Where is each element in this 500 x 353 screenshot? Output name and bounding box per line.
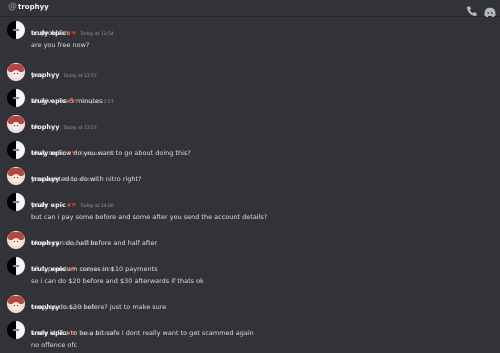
avatar[interactable]: [7, 167, 25, 185]
timestamp: Today at 14:00: [80, 204, 114, 209]
message-text: you wanted to do with nitro right?: [31, 175, 142, 183]
channel-title[interactable]: trophyy: [18, 3, 49, 11]
avatar[interactable]: [7, 231, 25, 249]
message-list: truly epic❦♥ Today at 13:54 no problem ar…: [0, 17, 500, 353]
message-header: truly epic❦♥ Today at 13:59: [31, 140, 114, 157]
heart-icon: ♥: [71, 203, 77, 209]
message-header: truly epic❦♥ Today at 14:00: [31, 192, 114, 209]
message-header: trophyy Today at 13:57: [31, 114, 97, 131]
message-header: trophyy Today at 14:01: [31, 230, 97, 247]
avatar[interactable]: [7, 295, 25, 313]
message-text: okay so how do you want to go about doin…: [31, 149, 191, 157]
discord-icon[interactable]: [484, 3, 496, 18]
message-text: yeah: [31, 201, 47, 209]
message-text: but can i pay some before and some after…: [31, 213, 268, 221]
message-text: yes: [31, 71, 43, 79]
timestamp: Today at 13:57: [63, 74, 97, 79]
message-text: sorry id like to be a bit safe i dont re…: [31, 329, 254, 337]
message-text: ok: [31, 123, 39, 131]
message-header: truly epic❦♥ Today at 14:01: [31, 256, 114, 273]
avatar[interactable]: [7, 257, 25, 275]
message-header: truly epic❦♥ Today at 13:54: [31, 20, 114, 37]
dm-header: @ trophyy: [0, 0, 500, 18]
message-text: ok we can do half before and half after: [31, 239, 158, 247]
avatar[interactable]: [7, 141, 25, 159]
avatar[interactable]: [7, 193, 25, 211]
timestamp: Today at 13:54: [80, 32, 114, 37]
phone-call-icon[interactable]: [466, 2, 478, 16]
message-text: nitro premium comes in $10 payments: [31, 265, 158, 273]
message-text: no offence ofc: [31, 341, 78, 349]
timestamp: Today at 13:57: [63, 126, 97, 131]
avatar[interactable]: [7, 321, 25, 339]
at-icon: @: [8, 2, 17, 12]
message-text: alr give me 5 minutes: [31, 97, 103, 105]
message-header: trophyy Today at 14:00: [31, 166, 97, 183]
avatar[interactable]: [7, 115, 25, 133]
message-text: so i can do $20 before and $30 afterward…: [31, 277, 204, 285]
message-header: trophyy Today at 14:01: [31, 294, 97, 311]
message-header: truly epic❦♥ Today at 13:57: [31, 88, 114, 105]
message-text: no problem: [31, 29, 69, 37]
message-text: can you do $30 before? just to make sure: [31, 303, 167, 311]
message-header: trophyy Today at 13:57: [31, 62, 97, 79]
heart-icon: ♥: [71, 31, 77, 37]
message-header: truly epic❦♥ Today at 14:02: [31, 320, 114, 337]
message-text: are you free now?: [31, 41, 90, 49]
avatar[interactable]: [7, 21, 25, 39]
avatar[interactable]: [7, 89, 25, 107]
avatar[interactable]: [7, 63, 25, 81]
